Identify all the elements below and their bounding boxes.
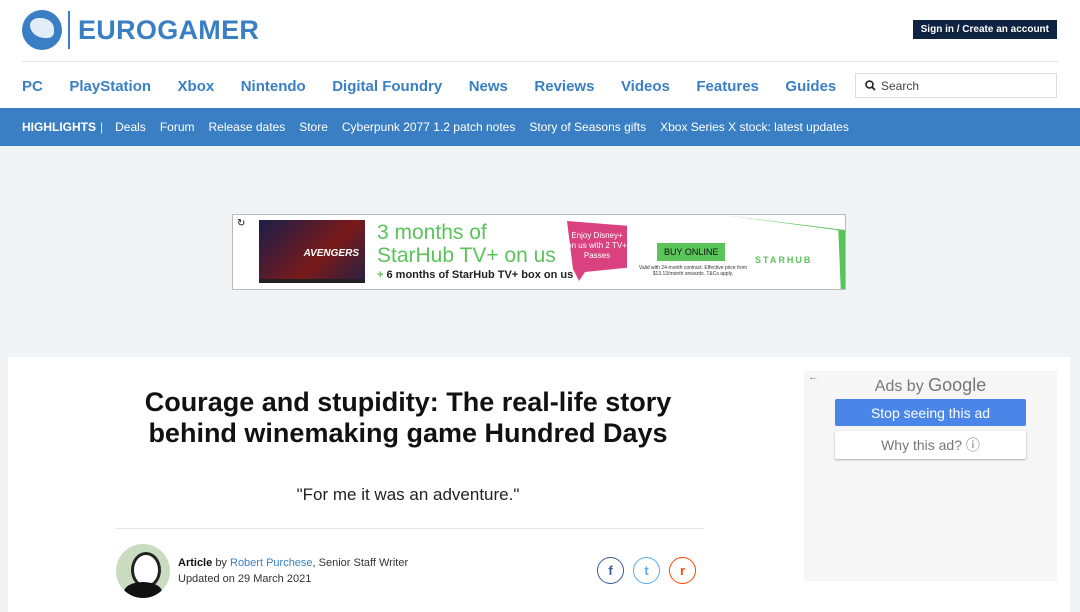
google-text: Google: [928, 375, 987, 395]
highlights-separator: |: [100, 120, 104, 134]
reddit-share-button[interactable]: r: [669, 557, 696, 584]
ad-sub-text: 6 months of StarHub TV+ box on us: [386, 269, 574, 281]
nav-xbox[interactable]: Xbox: [178, 78, 215, 95]
nav-guides[interactable]: Guides: [785, 78, 836, 95]
ad-bubble: Enjoy Disney+ on us with 2 TV+ Passes: [567, 221, 627, 281]
logo-text: EUROGAMER: [78, 14, 260, 45]
byline: Article by Robert Purchese, Senior Staff…: [178, 555, 408, 587]
search-icon: [865, 80, 876, 91]
reddit-icon: r: [679, 563, 686, 578]
highlights-bar: HIGHLIGHTS | Deals Forum Release dates S…: [0, 108, 1080, 146]
nav-videos[interactable]: Videos: [621, 78, 670, 95]
highlight-link[interactable]: Deals: [115, 120, 146, 134]
refresh-icon[interactable]: ↻: [237, 218, 245, 229]
updated-date: Updated on 29 March 2021: [178, 573, 312, 585]
facebook-icon: f: [608, 563, 613, 578]
twitter-share-button[interactable]: t: [633, 557, 660, 584]
highlight-link[interactable]: Forum: [160, 120, 195, 134]
main-nav: PC PlayStation Xbox Nintendo Digital Fou…: [22, 78, 863, 95]
ad-green-shape: [723, 215, 845, 289]
nav-reviews[interactable]: Reviews: [534, 78, 594, 95]
highlight-link[interactable]: Story of Seasons gifts: [529, 120, 646, 134]
globe-icon: [22, 10, 62, 50]
ad-tv-image: AVENGERS: [259, 220, 365, 283]
site-logo[interactable]: EUROGAMER: [22, 10, 259, 50]
author-role: , Senior Staff Writer: [312, 557, 409, 569]
ad-brand: STARHUB: [755, 255, 813, 265]
nav-playstation[interactable]: PlayStation: [69, 78, 151, 95]
banner-ad[interactable]: ↻ AVENGERS 3 months of StarHub TV+ on us …: [232, 214, 846, 290]
highlight-link[interactable]: Cyberpunk 2077 1.2 patch notes: [342, 120, 515, 134]
ad-plus: +: [377, 269, 384, 281]
by-text: by: [215, 557, 227, 569]
divider: [116, 528, 704, 529]
highlights-label: HIGHLIGHTS: [22, 120, 96, 134]
ad-headline: 3 months of StarHub TV+ on us: [377, 221, 556, 267]
ad-buy-button[interactable]: BUY ONLINE: [657, 243, 726, 261]
logo-divider: [68, 11, 70, 49]
nav-nintendo[interactable]: Nintendo: [241, 78, 306, 95]
google-ad-panel: ← Ads by Google Stop seeing this ad Why …: [804, 371, 1057, 581]
ads-by-google: Ads by Google: [804, 375, 1057, 396]
why-this-ad-button[interactable]: Why this ad? ⓘ: [835, 431, 1026, 459]
nav-digital-foundry[interactable]: Digital Foundry: [332, 78, 442, 95]
twitter-icon: t: [644, 563, 649, 578]
site-header: EUROGAMER Sign in / Create an account PC…: [0, 0, 1080, 108]
article-subtitle: "For me it was an adventure.": [296, 485, 520, 504]
ad-subline: + 6 months of StarHub TV+ box on us: [377, 269, 573, 281]
facebook-share-button[interactable]: f: [597, 557, 624, 584]
search-placeholder: Search: [881, 78, 920, 93]
author-link[interactable]: Robert Purchese: [230, 557, 313, 569]
highlight-link[interactable]: Store: [299, 120, 328, 134]
ad-fine-print: Valid with 24-month contract. Effective …: [638, 265, 748, 277]
nav-news[interactable]: News: [469, 78, 508, 95]
highlight-link[interactable]: Xbox Series X stock: latest updates: [660, 120, 849, 134]
ad-headline-1: 3 months of: [377, 221, 487, 244]
nav-pc[interactable]: PC: [22, 78, 43, 95]
avatar[interactable]: [116, 544, 170, 598]
ad-tv-text: AVENGERS: [303, 248, 359, 259]
nav-features[interactable]: Features: [696, 78, 759, 95]
stop-seeing-ad-button[interactable]: Stop seeing this ad: [835, 399, 1026, 426]
article-title: Courage and stupidity: The real-life sto…: [144, 387, 672, 448]
divider: [22, 61, 1058, 62]
search-input[interactable]: Search: [855, 73, 1057, 98]
ads-by-text: Ads by: [874, 378, 924, 395]
article-type: Article: [178, 557, 213, 569]
signin-button[interactable]: Sign in / Create an account: [912, 20, 1057, 39]
ad-headline-2: StarHub TV+ on us: [377, 244, 556, 267]
highlight-link[interactable]: Release dates: [208, 120, 285, 134]
